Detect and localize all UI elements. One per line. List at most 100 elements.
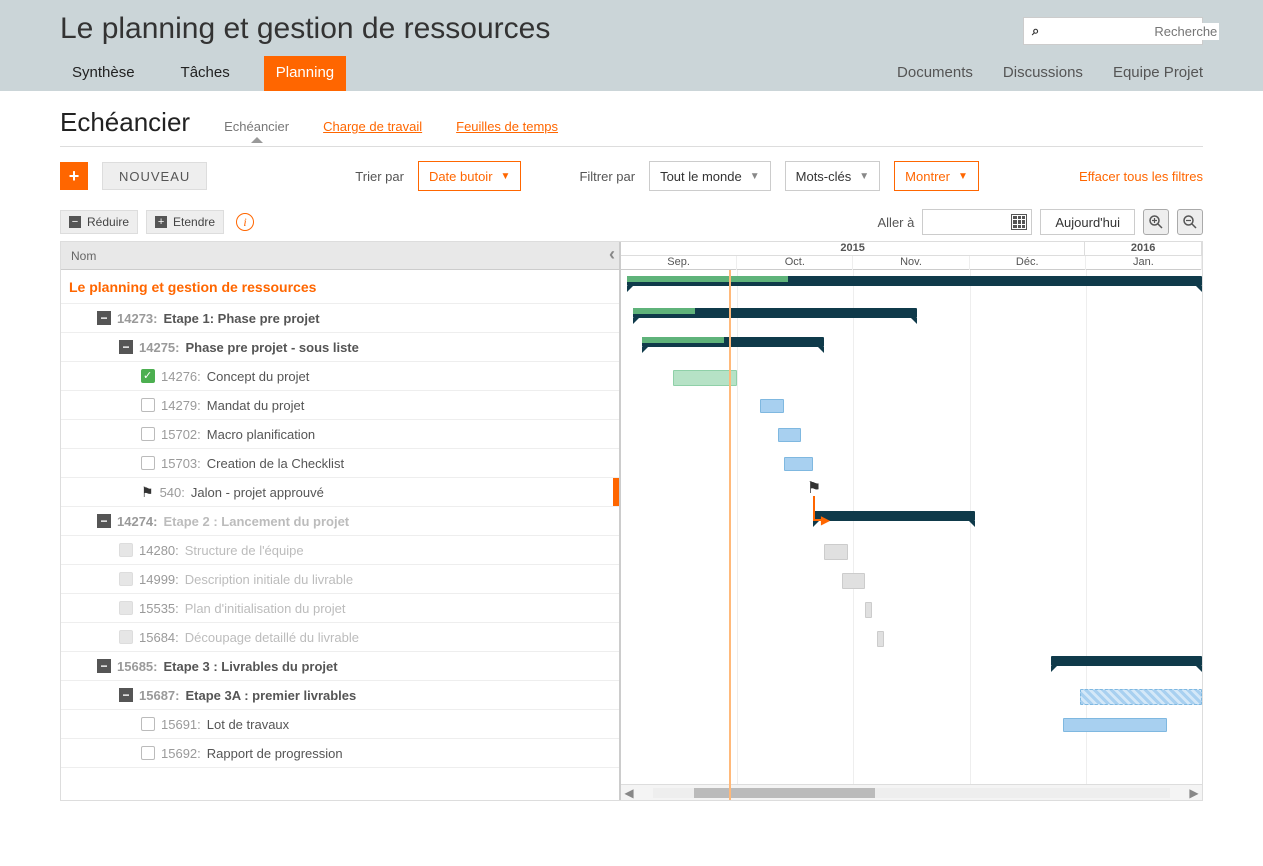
toggle-icon[interactable]: −: [97, 311, 111, 325]
show-dropdown[interactable]: Montrer ▼: [894, 161, 979, 191]
month-label: Jan.: [1086, 256, 1202, 270]
expand-all-button[interactable]: + Etendre: [146, 210, 224, 234]
task-label: Etape 1: Phase pre projet: [163, 311, 319, 326]
year-label: 2016: [1085, 242, 1202, 256]
page-title: Le planning et gestion de ressources: [60, 12, 550, 46]
scroll-left-icon[interactable]: ◀: [621, 786, 637, 800]
horizontal-scrollbar[interactable]: ◀ ▶: [621, 784, 1202, 800]
task-row[interactable]: 15691: Lot de travaux: [61, 710, 619, 739]
task-id: 15703:: [161, 456, 201, 471]
task-row[interactable]: 14279: Mandat du projet: [61, 391, 619, 420]
add-button[interactable]: +: [60, 162, 88, 190]
checkbox-icon[interactable]: [141, 456, 155, 470]
task-bar[interactable]: [824, 544, 847, 560]
search-input[interactable]: [1039, 23, 1219, 40]
task-bar[interactable]: [784, 457, 813, 471]
toggle-icon[interactable]: −: [119, 688, 133, 702]
scroll-thumb[interactable]: [694, 788, 875, 798]
keywords-label: Mots-clés: [796, 169, 852, 184]
task-row[interactable]: −14275: Phase pre projet - sous liste: [61, 333, 619, 362]
header-links: Documents Discussions Equipe Projet: [897, 64, 1203, 91]
checkbox-icon[interactable]: [141, 398, 155, 412]
task-row[interactable]: 15535: Plan d'initialisation du projet: [61, 594, 619, 623]
task-tree-panel: Nom ‹ Le planning et gestion de ressourc…: [61, 242, 621, 800]
summary-bar[interactable]: [1051, 656, 1202, 666]
task-bar[interactable]: [1063, 718, 1168, 732]
today-button[interactable]: Aujourd'hui: [1040, 209, 1135, 235]
collapse-all-button[interactable]: − Réduire: [60, 210, 138, 234]
checkbox-icon[interactable]: [141, 369, 155, 383]
task-row[interactable]: 15684: Découpage detaillé du livrable: [61, 623, 619, 652]
subtab-feuilles[interactable]: Feuilles de temps: [456, 119, 558, 142]
task-row[interactable]: −15685: Etape 3 : Livrables du projet: [61, 652, 619, 681]
task-label: Macro planification: [207, 427, 315, 442]
filter-dropdown[interactable]: Tout le monde ▼: [649, 161, 771, 191]
task-id: 14274:: [117, 514, 157, 529]
sort-value: Date butoir: [429, 169, 493, 184]
link-equipe[interactable]: Equipe Projet: [1113, 64, 1203, 81]
info-icon[interactable]: i: [236, 213, 254, 231]
task-bar[interactable]: [1080, 689, 1202, 705]
zoom-in-button[interactable]: [1143, 209, 1169, 235]
clear-filters-link[interactable]: Effacer tous les filtres: [1079, 169, 1203, 184]
task-label: Lot de travaux: [207, 717, 289, 732]
link-discussions[interactable]: Discussions: [1003, 64, 1083, 81]
task-label: Description initiale du livrable: [185, 572, 353, 587]
task-row[interactable]: −14273: Etape 1: Phase pre projet: [61, 304, 619, 333]
link-documents[interactable]: Documents: [897, 64, 973, 81]
task-bar[interactable]: [778, 428, 801, 442]
milestone-icon[interactable]: ⚑: [807, 478, 821, 498]
task-row[interactable]: 15692: Rapport de progression: [61, 739, 619, 768]
task-row[interactable]: 15702: Macro planification: [61, 420, 619, 449]
new-button[interactable]: NOUVEAU: [102, 162, 207, 190]
toggle-icon[interactable]: −: [119, 340, 133, 354]
task-label: Phase pre projet - sous liste: [185, 340, 358, 355]
tab-planning[interactable]: Planning: [264, 56, 346, 91]
sort-dropdown[interactable]: Date butoir ▼: [418, 161, 522, 191]
checkbox-icon[interactable]: [119, 601, 133, 615]
task-id: 14280:: [139, 543, 179, 558]
checkbox-icon[interactable]: [119, 572, 133, 586]
checkbox-icon[interactable]: [119, 543, 133, 557]
month-label: Déc.: [970, 256, 1086, 270]
task-row[interactable]: −14274: Etape 2 : Lancement du projet: [61, 507, 619, 536]
task-id: 15684:: [139, 630, 179, 645]
tab-taches[interactable]: Tâches: [169, 56, 242, 91]
task-bar[interactable]: [877, 631, 884, 647]
toggle-icon[interactable]: −: [97, 514, 111, 528]
subtab-echeancier[interactable]: Echéancier: [224, 119, 289, 142]
task-row[interactable]: 14999: Description initiale du livrable: [61, 565, 619, 594]
task-label: Plan d'initialisation du projet: [185, 601, 346, 616]
task-row[interactable]: 14276: Concept du projet: [61, 362, 619, 391]
task-row[interactable]: 14280: Structure de l'équipe: [61, 536, 619, 565]
filter-label: Filtrer par: [579, 169, 635, 184]
summary-bar[interactable]: [633, 308, 918, 318]
task-id: 15702:: [161, 427, 201, 442]
tab-synthese[interactable]: Synthèse: [60, 56, 147, 91]
task-bar[interactable]: [673, 370, 737, 386]
checkbox-icon[interactable]: [141, 746, 155, 760]
task-row[interactable]: −15687: Etape 3A : premier livrables: [61, 681, 619, 710]
task-bar[interactable]: [760, 399, 783, 413]
checkbox-icon[interactable]: [141, 717, 155, 731]
task-row[interactable]: 15703: Creation de la Checklist: [61, 449, 619, 478]
keywords-dropdown[interactable]: Mots-clés ▼: [785, 161, 881, 191]
checkbox-icon[interactable]: [119, 630, 133, 644]
task-bar[interactable]: [842, 573, 865, 589]
goto-date-input[interactable]: [922, 209, 1032, 235]
chevron-down-icon: ▼: [958, 171, 968, 182]
summary-bar[interactable]: [813, 511, 976, 521]
summary-bar[interactable]: [627, 276, 1202, 286]
zoom-out-button[interactable]: [1177, 209, 1203, 235]
search-box[interactable]: ⌕: [1023, 17, 1203, 45]
scroll-right-icon[interactable]: ▶: [1186, 786, 1202, 800]
collapse-panel-icon[interactable]: ‹: [609, 244, 615, 265]
task-label: Concept du projet: [207, 369, 310, 384]
toggle-icon[interactable]: −: [97, 659, 111, 673]
checkbox-icon[interactable]: [141, 427, 155, 441]
subtab-charge[interactable]: Charge de travail: [323, 119, 422, 142]
task-bar[interactable]: [865, 602, 872, 618]
task-row[interactable]: ⚑540: Jalon - projet approuvé: [61, 478, 619, 507]
summary-bar[interactable]: [642, 337, 824, 347]
project-row[interactable]: Le planning et gestion de ressources: [61, 270, 619, 304]
